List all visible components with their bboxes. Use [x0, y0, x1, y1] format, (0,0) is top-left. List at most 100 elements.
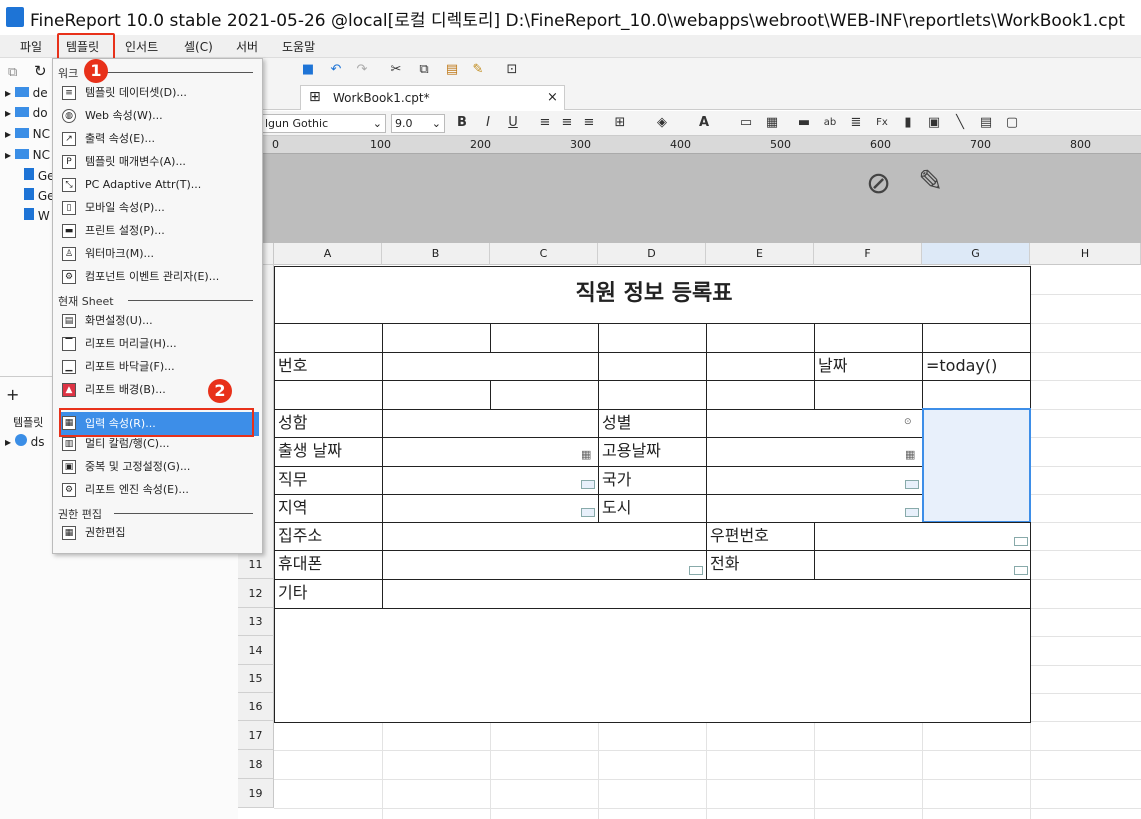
- cell[interactable]: [598, 352, 707, 381]
- redo-icon[interactable]: ↷: [354, 62, 370, 78]
- table-icon[interactable]: ▦: [764, 115, 780, 131]
- menu-item-event-manager[interactable]: ⚙ 컴포넌트 이벤트 관리자(E)...: [59, 266, 259, 288]
- menu-item-web-attr[interactable]: ◍ Web 속성(W)...: [59, 105, 259, 127]
- cell-region-label[interactable]: 지역: [274, 494, 383, 523]
- cell-country-input[interactable]: [706, 466, 923, 495]
- refresh-icon[interactable]: ↻: [34, 62, 47, 80]
- tab-workbook[interactable]: ⊞ WorkBook1.cpt* ×: [300, 85, 565, 110]
- menu-item-parameter[interactable]: P 템플릿 매개변수(A)...: [59, 151, 259, 173]
- row-header[interactable]: 18: [238, 750, 274, 779]
- menu-item-permission[interactable]: ▦ 권한편집: [59, 522, 259, 544]
- undo-icon[interactable]: ↶: [328, 62, 344, 78]
- cell-job-input[interactable]: [382, 466, 599, 495]
- row-header[interactable]: 19: [238, 779, 274, 808]
- menu-item-pc-adaptive[interactable]: ⤡ PC Adaptive Attr(T)...: [59, 174, 259, 196]
- tree-item[interactable]: ▸ do: [5, 106, 48, 126]
- cell[interactable]: [382, 380, 491, 410]
- align-left-icon[interactable]: ≡: [537, 115, 553, 131]
- eye-off-icon[interactable]: ⊘: [866, 166, 891, 201]
- cell-name-input[interactable]: [382, 409, 599, 438]
- cell-address-label[interactable]: 집주소: [274, 522, 383, 551]
- font-size-select[interactable]: 9.0 ⌄: [391, 114, 445, 133]
- menu-item-report-footer[interactable]: ▁ 리포트 바닥글(F)...: [59, 356, 259, 378]
- menu-item-mobile[interactable]: ▯ 모바일 속성(P)...: [59, 197, 259, 219]
- col-header[interactable]: H: [1030, 243, 1141, 265]
- tree-item[interactable]: ▸ NC: [5, 148, 50, 168]
- cell-city-label[interactable]: 도시: [598, 494, 707, 523]
- bold-icon[interactable]: B: [454, 115, 470, 131]
- cell-date-formula[interactable]: =today(): [922, 352, 1031, 381]
- image-icon[interactable]: ▣: [926, 115, 942, 131]
- cell[interactable]: [490, 380, 599, 410]
- cell-country-label[interactable]: 국가: [598, 466, 707, 495]
- cell-job-label[interactable]: 직무: [274, 466, 383, 495]
- menu-item-watermark[interactable]: ♙ 워터마크(M)...: [59, 243, 259, 265]
- col-header[interactable]: G: [922, 243, 1030, 265]
- more-icon[interactable]: ▢: [1004, 115, 1020, 131]
- cell[interactable]: [706, 352, 815, 381]
- cell[interactable]: [274, 323, 383, 353]
- align-right-icon[interactable]: ≡: [581, 115, 597, 131]
- formula-icon[interactable]: Fx: [874, 115, 890, 131]
- underline-icon[interactable]: U: [505, 115, 521, 131]
- cell-etc-input[interactable]: [382, 579, 1031, 609]
- tree-item-dataset[interactable]: ▸ ds: [5, 434, 45, 454]
- paste-icon[interactable]: ▤: [444, 62, 460, 78]
- add-icon[interactable]: +: [6, 385, 19, 404]
- row-header[interactable]: 11: [238, 550, 274, 579]
- cell-region-input[interactable]: [382, 494, 599, 523]
- cut-icon[interactable]: ✂: [388, 62, 404, 78]
- italic-icon[interactable]: I: [480, 115, 496, 131]
- pencil-icon[interactable]: ✎: [918, 164, 943, 199]
- cell-address-input[interactable]: [382, 522, 707, 551]
- menu-item-freeze[interactable]: ▣ 중복 및 고정설정(G)...: [59, 456, 259, 478]
- cell-etc-label[interactable]: 기타: [274, 579, 383, 609]
- format-brush-icon[interactable]: ✎: [470, 62, 486, 78]
- menu-file[interactable]: 파일: [20, 38, 42, 55]
- font-select[interactable]: lgun Gothic ⌄: [262, 114, 386, 133]
- new-folder-icon[interactable]: ⧉: [8, 65, 17, 80]
- paragraph-icon[interactable]: ≣: [848, 115, 864, 131]
- menu-item-dataset[interactable]: ≡ 템플릿 데이터셋(D)...: [59, 82, 259, 104]
- cell-mobile-input[interactable]: [382, 550, 707, 580]
- cell[interactable]: [598, 380, 707, 410]
- cell[interactable]: [814, 380, 923, 410]
- bottom-tab-template[interactable]: 템플릿: [13, 414, 43, 430]
- cell-etc-area[interactable]: [274, 608, 1031, 723]
- cell-date-label[interactable]: 날짜: [814, 352, 923, 381]
- cell-zip-input[interactable]: [814, 522, 1031, 551]
- row-header[interactable]: 17: [238, 721, 274, 750]
- copy-icon[interactable]: ⧉: [416, 62, 432, 78]
- cell-birth-label[interactable]: 출생 날짜: [274, 437, 383, 467]
- cell[interactable]: [814, 323, 923, 353]
- menu-item-print[interactable]: ▬ 프린트 설정(P)...: [59, 220, 259, 242]
- cell-number-label[interactable]: 번호: [274, 352, 383, 381]
- menu-item-export-attr[interactable]: ↗ 출력 속성(E)...: [59, 128, 259, 150]
- cell-gender-label[interactable]: 성별: [598, 409, 707, 438]
- report-title[interactable]: 직원 정보 등록표: [274, 266, 1031, 324]
- tree-item[interactable]: ▸ NC: [5, 127, 50, 147]
- row-header[interactable]: 14: [238, 636, 274, 665]
- font-color-icon[interactable]: A: [696, 115, 712, 131]
- align-center-icon[interactable]: ≡: [559, 115, 575, 131]
- menu-item-screen[interactable]: ▤ 화면설정(U)...: [59, 310, 259, 332]
- col-header[interactable]: A: [274, 243, 382, 265]
- close-icon[interactable]: ×: [547, 90, 558, 105]
- cell-name-label[interactable]: 성함: [274, 409, 383, 438]
- cell[interactable]: [706, 380, 815, 410]
- tree-item[interactable]: ▸ de: [5, 86, 48, 106]
- slash-icon[interactable]: ╲: [952, 115, 968, 131]
- row-header[interactable]: 15: [238, 665, 274, 693]
- menu-server[interactable]: 서버: [236, 38, 258, 55]
- cell[interactable]: [922, 323, 1031, 353]
- tree-item[interactable]: Ge: [24, 168, 55, 188]
- preview-icon[interactable]: ⊡: [504, 62, 520, 78]
- chart-icon[interactable]: ▮: [900, 115, 916, 131]
- cell-phone-label[interactable]: 전화: [706, 550, 815, 580]
- line-icon[interactable]: ▬: [796, 115, 812, 131]
- subreport-icon[interactable]: ▤: [978, 115, 994, 131]
- border-icon[interactable]: ⊞: [612, 115, 628, 131]
- cell-hire-label[interactable]: 고용날짜: [598, 437, 707, 467]
- menu-insert[interactable]: 인서트: [125, 38, 158, 55]
- fill-color-icon[interactable]: ◈: [654, 115, 670, 131]
